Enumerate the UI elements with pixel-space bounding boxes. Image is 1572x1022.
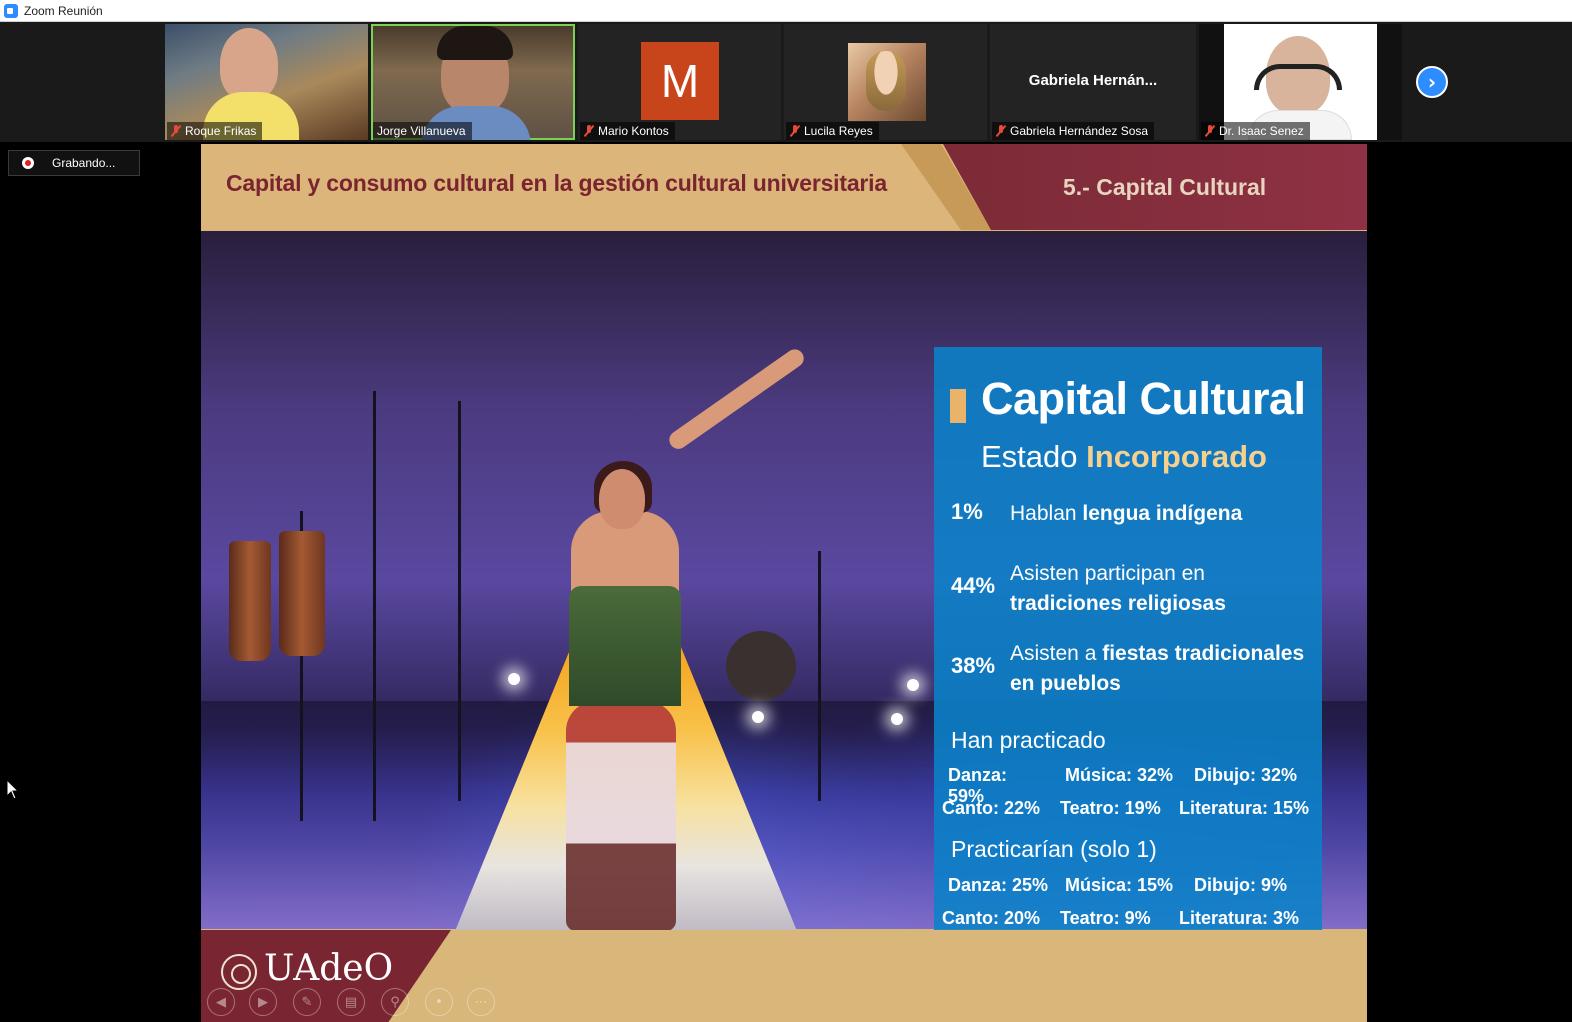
participant-video-hair [437, 26, 513, 60]
stat-description: Asisten participan en tradiciones religio… [1010, 562, 1226, 615]
shared-screen-slide: Capital y consumo cultural en la gestión… [201, 144, 1367, 1022]
practiced-label: Han practicado [951, 727, 1106, 753]
panel-subheading: Estado Incorporado [981, 439, 1267, 474]
window-title: Zoom Reunión [24, 3, 103, 18]
stage-light [752, 711, 764, 723]
magnifier-icon: ⚲ [390, 994, 400, 1010]
participant-name-label: Lucila Reyes [786, 122, 879, 140]
dress-painting [566, 701, 676, 931]
participant-name-label: Gabriela Hernández Sosa [992, 122, 1155, 140]
avatar: M [641, 42, 719, 120]
mic-off-icon [171, 125, 181, 137]
cymbal [726, 631, 796, 701]
slide-title: Capital y consumo cultural en la gestión… [226, 170, 887, 196]
arrow-right-icon: ▶ [258, 994, 268, 1010]
slides-icon: ▤ [344, 994, 358, 1010]
participant-tile-roque[interactable]: Roque Frikas [165, 24, 368, 140]
participant-tile-gabriela[interactable]: Gabriela Hernán... Gabriela Hernández So… [990, 24, 1196, 140]
recording-indicator[interactable]: Grabando... [8, 150, 140, 176]
chevron-right-icon: › [1427, 70, 1437, 94]
conga-drum [229, 541, 271, 661]
participant-tile-jorge[interactable]: Jorge Villanueva [371, 24, 575, 140]
window-titlebar: Zoom Reunión [0, 0, 1572, 22]
next-page-button[interactable]: › [1416, 66, 1448, 98]
stat-description: Hablan lengua indígena [1010, 502, 1243, 525]
slide-section-title: 5.- Capital Cultural [1063, 174, 1267, 200]
participant-tile-lucila[interactable]: Lucila Reyes [784, 24, 987, 140]
singer-arm [665, 345, 808, 453]
mic-off-icon [996, 125, 1006, 137]
participant-display-name: Gabriela Hernán... [1028, 72, 1158, 89]
slide-header: Capital y consumo cultural en la gestión… [201, 144, 1367, 230]
mic-off-icon [790, 125, 800, 137]
previous-slide-button[interactable]: ◀ [207, 988, 235, 1016]
pen-tool-button[interactable]: ✎ [293, 988, 321, 1016]
stat-description: Asisten a fiestas tradicionales en puebl… [1010, 642, 1305, 695]
singer-bodice [569, 586, 681, 706]
recording-label: Grabando... [52, 156, 116, 170]
slides-view-button[interactable]: ▤ [337, 988, 365, 1016]
stage-light [508, 673, 520, 685]
avatar [848, 43, 926, 121]
mic-stand [373, 391, 376, 821]
headset-icon [1254, 64, 1342, 90]
zoom-app-icon [4, 3, 18, 18]
would-practice-label: Practicarían (solo 1) [951, 836, 1157, 862]
participant-gallery: Roque Frikas Jorge Villanueva M Mario Ko… [0, 22, 1572, 142]
mic-off-icon [1205, 125, 1215, 137]
pen-icon: ✎ [301, 994, 313, 1010]
participant-name-label: Mario Kontos [580, 122, 675, 140]
stage-light [907, 679, 919, 691]
arrow-left-icon: ◀ [216, 994, 226, 1010]
participant-video [220, 28, 278, 100]
slide-footer: UAdeO ◀ ▶ ✎ ▤ ⚲ • ⋯ [201, 930, 1367, 1022]
mic-off-icon [584, 125, 594, 137]
university-seal-icon [221, 954, 257, 990]
participant-name-label: Roque Frikas [167, 122, 263, 140]
more-icon: ⋯ [474, 994, 488, 1010]
mic-stand [818, 551, 821, 801]
participant-tile-mario[interactable]: M Mario Kontos [578, 24, 781, 140]
conga-drum [279, 531, 325, 656]
zoom-button[interactable]: ⚲ [381, 988, 409, 1016]
stage-photo: Capital Cultural Estado Incorporado 1% H… [201, 231, 1367, 983]
pointer-icon: • [435, 994, 443, 1010]
mic-stand [458, 401, 461, 801]
pointer-options-button[interactable]: • [425, 988, 453, 1016]
stage-light [891, 713, 903, 725]
next-slide-button[interactable]: ▶ [249, 988, 277, 1016]
record-icon [22, 157, 34, 169]
participant-tile-isaac[interactable]: Dr. Isaac Senez [1199, 24, 1402, 140]
university-logo: UAdeO [264, 948, 394, 989]
participant-name-label: Jorge Villanueva [373, 122, 472, 140]
info-panel: Capital Cultural Estado Incorporado 1% H… [934, 347, 1322, 983]
heading-marker [950, 389, 966, 423]
singer-head [599, 469, 645, 529]
panel-heading: Capital Cultural [981, 373, 1306, 424]
participant-name-label: Dr. Isaac Senez [1201, 122, 1310, 140]
more-options-button[interactable]: ⋯ [467, 988, 495, 1016]
